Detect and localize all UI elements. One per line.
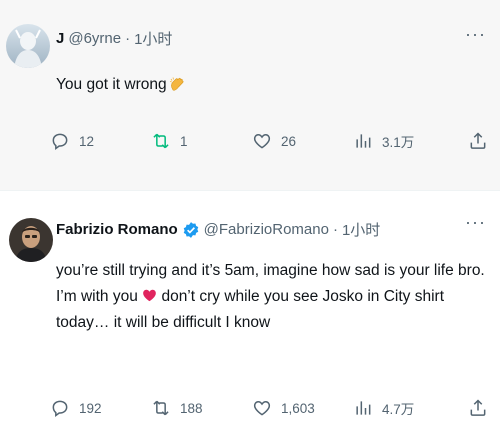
like-button[interactable]: 1,603 <box>252 398 315 418</box>
user-handle[interactable]: @6yrne <box>68 30 121 47</box>
separator-dot: · <box>332 221 338 238</box>
views-count: 4.7万 <box>382 402 415 417</box>
verified-badge-icon <box>183 221 198 238</box>
display-name[interactable]: Fabrizio Romano <box>56 221 178 238</box>
timestamp[interactable]: 1小时 <box>134 28 172 49</box>
tweet-j[interactable]: J @6yrne · 1小时 ··· You got it wrong 12 1… <box>0 0 500 190</box>
tweet-fabrizio-romano[interactable]: Fabrizio Romano @FabrizioRomano · 1小时 ··… <box>0 190 500 441</box>
views-bar-chart-icon <box>356 134 371 148</box>
reply-count: 12 <box>79 133 95 149</box>
like-count: 1,603 <box>281 400 315 416</box>
heart-icon <box>253 133 271 149</box>
share-icon <box>470 399 486 416</box>
share-icon <box>470 132 486 149</box>
reply-icon <box>52 400 68 417</box>
views-bar-chart-icon <box>356 401 371 415</box>
views-button[interactable]: 4.7万 <box>353 398 414 418</box>
clapping-hands-emoji-icon <box>169 77 184 91</box>
retweet-button[interactable]: 1 <box>151 131 188 151</box>
heart-icon <box>253 400 271 416</box>
tweet-actions: 12 1 26 3.1万 <box>50 131 490 161</box>
retweet-count: 188 <box>180 400 203 416</box>
retweet-icon <box>153 400 169 416</box>
share-button[interactable] <box>468 131 488 151</box>
tweet-header: Fabrizio Romano @FabrizioRomano · 1小时 <box>56 219 380 240</box>
avatar[interactable] <box>6 24 50 68</box>
like-count: 26 <box>281 133 297 149</box>
reply-icon <box>52 133 68 150</box>
tweet-text: you’re still trying and it’s 5am, imagin… <box>56 258 488 336</box>
tweet-actions: 192 188 1,603 4.7万 <box>50 398 490 428</box>
tweet-text-content: You got it wrong <box>56 76 167 93</box>
share-button[interactable] <box>468 398 488 418</box>
more-options-icon[interactable]: ··· <box>465 212 486 233</box>
reply-button[interactable]: 192 <box>50 398 102 418</box>
views-button[interactable]: 3.1万 <box>353 131 414 151</box>
separator-dot: · <box>125 30 131 47</box>
red-heart-emoji-icon <box>143 289 156 302</box>
avatar[interactable] <box>9 218 53 262</box>
reply-count: 192 <box>79 400 102 416</box>
reply-button[interactable]: 12 <box>50 131 94 151</box>
retweet-count: 1 <box>180 133 188 149</box>
display-name[interactable]: J <box>56 30 64 47</box>
like-button[interactable]: 26 <box>252 131 296 151</box>
more-options-icon[interactable]: ··· <box>465 24 486 45</box>
views-count: 3.1万 <box>382 135 415 150</box>
user-handle[interactable]: @FabrizioRomano <box>204 221 329 238</box>
tweet-header: J @6yrne · 1小时 <box>56 28 172 49</box>
tweet-text: You got it wrong <box>56 72 488 98</box>
retweet-button[interactable]: 188 <box>151 398 203 418</box>
retweet-icon <box>153 133 169 149</box>
timestamp[interactable]: 1小时 <box>342 219 380 240</box>
